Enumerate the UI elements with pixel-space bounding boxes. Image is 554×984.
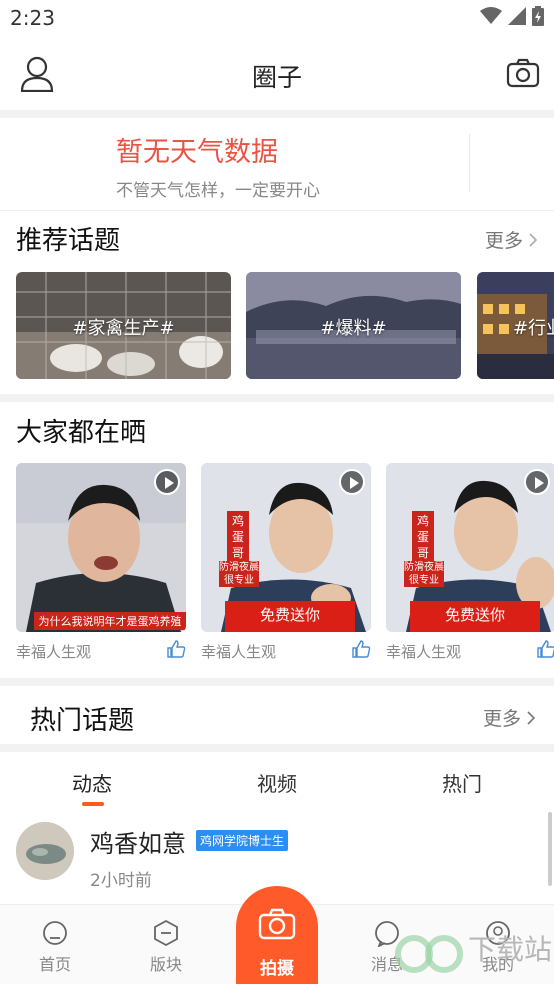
divider: [0, 110, 554, 118]
hot-title: 热门话题: [30, 706, 135, 736]
app-header: 圈子: [0, 38, 554, 110]
page-title: 圈子: [251, 63, 302, 92]
video-card[interactable]: 鸡蛋哥 防滑夜晨很专业 免费送你 幸福人生观: [201, 463, 371, 661]
status-bar: 2:23: [0, 0, 554, 38]
video-thumbnail[interactable]: 鸡蛋哥 防滑夜晨很专业 免费送你: [201, 463, 371, 632]
status-time: 2:23: [10, 6, 55, 30]
video-author: 幸福人生观: [386, 643, 462, 661]
topic-card-industry[interactable]: #行业: [477, 272, 554, 379]
play-icon[interactable]: [154, 469, 180, 495]
video-thumbnail[interactable]: 为什么我说明年才是蛋鸡养殖: [16, 463, 186, 632]
play-icon[interactable]: [524, 469, 550, 495]
video-carousel[interactable]: 为什么我说明年才是蛋鸡养殖 幸福人生观 鸡蛋哥 防滑夜晨很专业 免费送你 幸福人…: [16, 463, 554, 668]
status-icons: [480, 6, 544, 26]
divider: [0, 210, 554, 211]
board-icon: [154, 919, 178, 947]
post-time: 2小时前: [90, 871, 152, 891]
shoot-label: 拍摄: [260, 959, 294, 979]
camera-icon: [258, 908, 296, 940]
hot-topics-header: 热门话题 更多: [0, 686, 554, 744]
divider: [0, 678, 554, 686]
topic-carousel[interactable]: #家禽生产# #爆料# #行业: [16, 272, 554, 379]
nav-home-label: 首页: [38, 955, 71, 974]
topic-label: #爆料#: [320, 318, 387, 339]
status-badge: 鸡网学院博士生: [196, 830, 289, 851]
nav-board[interactable]: 版块: [126, 919, 206, 975]
thumbs-up-icon[interactable]: [166, 639, 186, 663]
video-tag: 鸡蛋哥: [227, 511, 249, 563]
recommend-more-label: 更多: [484, 230, 523, 252]
tab-dynamic[interactable]: 动态: [32, 768, 152, 797]
topic-card-news[interactable]: #爆料#: [246, 272, 461, 379]
video-card[interactable]: 鸡蛋哥 防滑夜晨很专业 免费送你 幸福人生观: [386, 463, 554, 661]
video-author: 幸福人生观: [201, 643, 277, 661]
play-icon[interactable]: [339, 469, 365, 495]
video-banner: 免费送你: [225, 601, 355, 632]
post-author[interactable]: 鸡香如意: [90, 824, 186, 859]
watermark-logo: 下载站: [392, 918, 552, 982]
weather-divider: [469, 134, 470, 192]
scrollbar[interactable]: [548, 812, 552, 886]
tab-video[interactable]: 视频: [217, 768, 337, 797]
weather-title: 暂无天气数据: [116, 137, 278, 168]
video-card[interactable]: 为什么我说明年才是蛋鸡养殖 幸福人生观: [16, 463, 186, 661]
topic-card-poultry[interactable]: #家禽生产#: [16, 272, 231, 379]
chevron-right-icon: [527, 711, 536, 725]
thumbs-up-icon[interactable]: [536, 639, 554, 663]
wifi-icon: [480, 7, 502, 24]
divider: [0, 394, 554, 402]
recommend-title: 推荐话题: [16, 226, 121, 256]
video-tag-sub: 防滑夜晨很专业: [219, 561, 259, 587]
weather-card[interactable]: 暂无天气数据 不管天气怎样，一定要开心: [0, 118, 554, 210]
battery-icon: [532, 6, 544, 26]
avatar[interactable]: [16, 822, 74, 880]
topic-label: #家禽生产#: [72, 318, 175, 339]
recommend-more-link[interactable]: 更多: [485, 226, 538, 253]
video-tag-sub: 防滑夜晨很专业: [404, 561, 444, 587]
thumbs-up-icon[interactable]: [351, 639, 371, 663]
topic-label: #行业: [513, 318, 554, 339]
hot-more-link[interactable]: 更多: [483, 704, 536, 731]
video-banner: 免费送你: [410, 601, 540, 632]
video-thumbnail[interactable]: 鸡蛋哥 防滑夜晨很专业 免费送你: [386, 463, 554, 632]
camera-icon[interactable]: [506, 58, 540, 92]
home-icon: [43, 921, 67, 945]
watermark-text: 下载站: [468, 933, 553, 966]
chevron-right-icon: [529, 233, 538, 247]
tab-indicator: [82, 802, 104, 806]
signal-icon: [508, 7, 526, 25]
video-tag: 鸡蛋哥: [412, 511, 434, 563]
feed-tabs: 动态 视频 热门: [0, 752, 554, 808]
video-caption: 为什么我说明年才是蛋鸡养殖: [34, 612, 186, 630]
nav-board-label: 版块: [149, 955, 182, 974]
shoot-button[interactable]: 拍摄: [236, 886, 318, 984]
nav-home[interactable]: 首页: [15, 919, 95, 975]
divider: [0, 744, 554, 752]
showcase-title: 大家都在晒: [16, 418, 147, 448]
weather-subtitle: 不管天气怎样，一定要开心: [116, 181, 320, 201]
hot-more-label: 更多: [482, 708, 521, 730]
tab-hot[interactable]: 热门: [402, 768, 522, 797]
video-author: 幸福人生观: [16, 643, 92, 661]
